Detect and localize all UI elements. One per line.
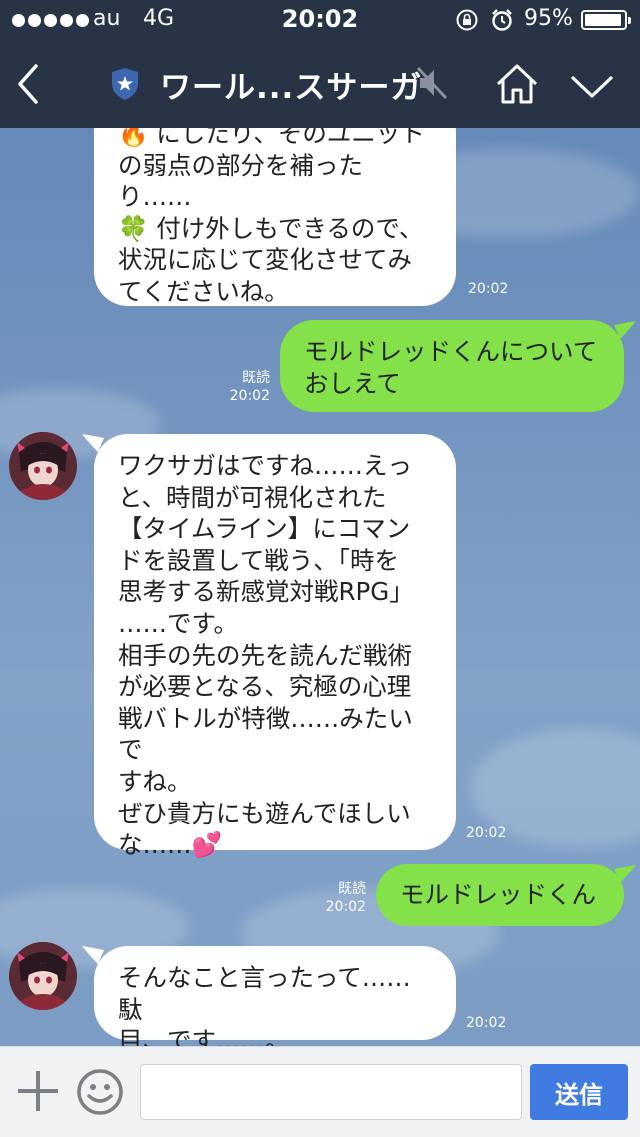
received-message-bubble[interactable]: そんなこと言ったって……駄 目、です……。 [94,946,456,1046]
message-timestamp: 20:02 [229,388,270,404]
message-timestamp: 20:02 [466,1015,507,1031]
chat-header: ワール...スサーガ [0,40,640,128]
message-text: モルドレッドくん [400,880,596,909]
status-bar: au 4G 20:02 95% [0,0,640,40]
sent-message-bubble[interactable]: モルドレッドくんについて おしえて [280,320,624,412]
message-timestamp: 20:02 [325,899,366,915]
chat-message-list[interactable]: 🔥 にしたり、そのユニット の弱点の部分を補ったり…… 🍀 付け外しもできるので… [0,128,640,1046]
received-message-bubble[interactable]: ワクサガはですね……えっ と、時間が可視化された 【タイムライン】にコマン ドを… [94,434,456,859]
alarm-icon [492,9,512,31]
message-composer: 送信 [0,1046,640,1137]
rotation-lock-icon [456,9,478,31]
message-text: ワクサガはですね……えっ と、時間が可視化された 【タイムライン】にコマン ドを… [118,451,414,860]
read-label: 既読 [338,881,366,897]
official-account-badge-icon [112,68,138,100]
message-timestamp: 20:02 [466,825,507,841]
message-text: 🔥 にしたり、そのユニット の弱点の部分を補ったり…… 🍀 付け外しもできるので… [118,128,425,306]
sent-message-bubble[interactable]: モルドレッドくん [376,864,624,926]
message-input[interactable] [140,1064,522,1120]
received-message-bubble[interactable]: 🔥 にしたり、そのユニット の弱点の部分を補ったり…… 🍀 付け外しもできるので… [94,128,456,306]
message-text: モルドレッドくんについて おしえて [304,337,598,398]
mute-icon [416,66,448,100]
home-icon[interactable] [494,62,540,106]
chevron-down-icon[interactable] [570,74,614,100]
bubble-tail [614,321,636,339]
bubble-tail [614,865,636,883]
send-button[interactable]: 送信 [530,1064,628,1120]
avatar[interactable] [9,942,77,1010]
read-receipt: 既読 20:02 [314,880,366,916]
emoji-icon[interactable] [76,1068,124,1116]
battery-percent: 95% [524,6,573,31]
back-arrow-icon[interactable] [14,62,44,106]
read-label: 既読 [242,370,270,386]
message-text: そんなこと言ったって……駄 目、です……。 [118,963,411,1046]
chat-title[interactable]: ワール...スサーガ [160,62,422,107]
read-receipt: 既読 20:02 [218,369,270,405]
plus-icon[interactable] [16,1069,60,1113]
battery-icon [581,10,631,30]
avatar[interactable] [9,432,77,500]
message-timestamp: 20:02 [468,281,509,297]
